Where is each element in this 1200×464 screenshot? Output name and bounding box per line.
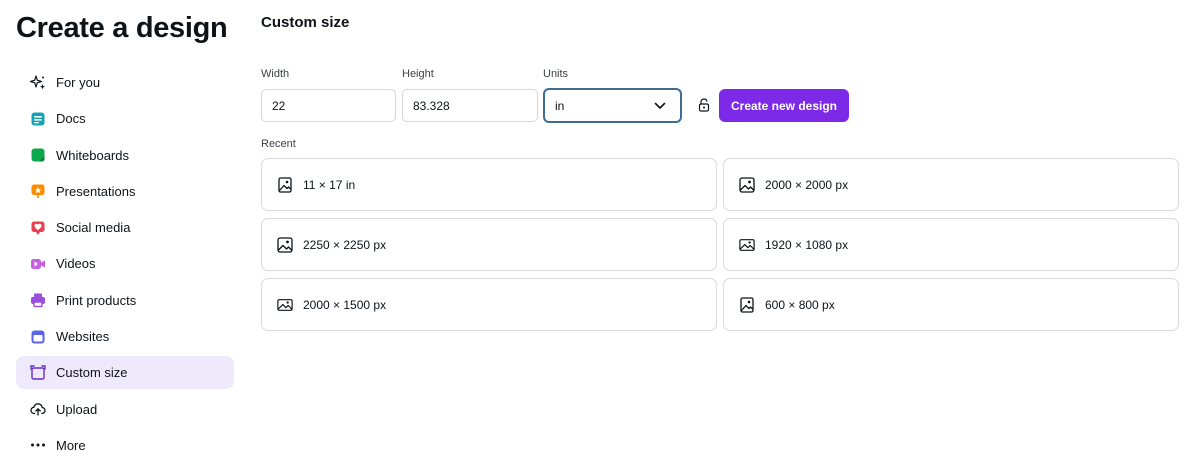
- sidebar-item-label: Videos: [56, 256, 96, 272]
- sparkle-icon: [30, 74, 46, 91]
- sidebar-item-upload[interactable]: Upload: [16, 393, 234, 426]
- sidebar-item-label: Presentations: [56, 183, 136, 199]
- whiteboard-icon: [30, 147, 46, 163]
- page-title: Create a design: [16, 12, 228, 44]
- square-image-icon: [277, 236, 293, 253]
- landscape-image-icon: [739, 237, 755, 253]
- chevron-down-icon: [654, 99, 666, 113]
- sidebar: For you Docs Whiteboards Presentations S…: [16, 66, 234, 464]
- sidebar-item-social-media[interactable]: Social media: [16, 211, 234, 244]
- sidebar-item-label: Upload: [56, 401, 98, 417]
- sidebar-item-label: For you: [56, 75, 101, 90]
- recent-item[interactable]: 1920 × 1080 px: [723, 218, 1179, 271]
- sidebar-item-docs[interactable]: Docs: [16, 102, 234, 135]
- browser-icon: [30, 329, 46, 345]
- recent-item[interactable]: 2000 × 2000 px: [723, 158, 1179, 211]
- sidebar-item-label: Websites: [56, 329, 110, 345]
- portrait-image-icon: [739, 296, 755, 313]
- units-value: in: [555, 98, 565, 113]
- portrait-image-icon: [277, 176, 293, 193]
- height-label: Height: [402, 68, 434, 80]
- sidebar-item-whiteboards[interactable]: Whiteboards: [16, 139, 234, 172]
- recent-item-label: 2000 × 1500 px: [303, 297, 387, 312]
- units-label: Units: [543, 68, 569, 80]
- recent-item-label: 600 × 800 px: [765, 297, 835, 312]
- sidebar-item-videos[interactable]: Videos: [16, 247, 234, 280]
- recent-item[interactable]: 600 × 800 px: [723, 278, 1179, 331]
- sidebar-item-label: Custom size: [56, 365, 128, 381]
- height-field[interactable]: [402, 89, 538, 122]
- recent-list: 11 × 17 in 2000 × 2000 px 2250 × 2250 px…: [261, 158, 1179, 331]
- docs-icon: [30, 111, 46, 127]
- sidebar-item-label: Print products: [56, 292, 137, 308]
- presentation-icon: [30, 183, 46, 199]
- sidebar-item-custom-size[interactable]: Custom size: [16, 356, 234, 390]
- video-icon: [30, 256, 46, 272]
- heart-icon: [30, 220, 46, 236]
- sidebar-item-print-products[interactable]: Print products: [16, 284, 234, 317]
- section-title: Custom size: [261, 14, 350, 31]
- width-field[interactable]: [261, 89, 396, 122]
- recent-item[interactable]: 2000 × 1500 px: [261, 278, 717, 331]
- sidebar-item-label: Whiteboards: [56, 147, 129, 163]
- sidebar-item-label: More: [56, 437, 86, 453]
- create-new-design-button[interactable]: Create new design: [719, 89, 849, 122]
- sidebar-item-presentations[interactable]: Presentations: [16, 175, 234, 208]
- sidebar-item-websites[interactable]: Websites: [16, 320, 234, 353]
- sidebar-item-for-you[interactable]: For you: [16, 66, 234, 99]
- printer-icon: [30, 292, 46, 308]
- sidebar-item-label: Social media: [56, 220, 131, 236]
- recent-item[interactable]: 2250 × 2250 px: [261, 218, 717, 271]
- recent-item[interactable]: 11 × 17 in: [261, 158, 717, 211]
- sidebar-item-more[interactable]: More: [16, 429, 234, 462]
- unlock-icon[interactable]: [697, 97, 711, 113]
- more-dots-icon: [30, 437, 46, 453]
- units-select[interactable]: in: [543, 88, 682, 123]
- resize-icon: [30, 365, 46, 381]
- landscape-image-icon: [277, 297, 293, 313]
- recent-label: Recent: [261, 138, 296, 150]
- recent-item-label: 11 × 17 in: [303, 177, 356, 192]
- recent-item-label: 2250 × 2250 px: [303, 237, 387, 252]
- square-image-icon: [739, 176, 755, 193]
- width-label: Width: [261, 68, 290, 80]
- recent-item-label: 2000 × 2000 px: [765, 177, 849, 192]
- sidebar-item-label: Docs: [56, 111, 86, 127]
- recent-item-label: 1920 × 1080 px: [765, 237, 849, 252]
- upload-cloud-icon: [30, 401, 46, 417]
